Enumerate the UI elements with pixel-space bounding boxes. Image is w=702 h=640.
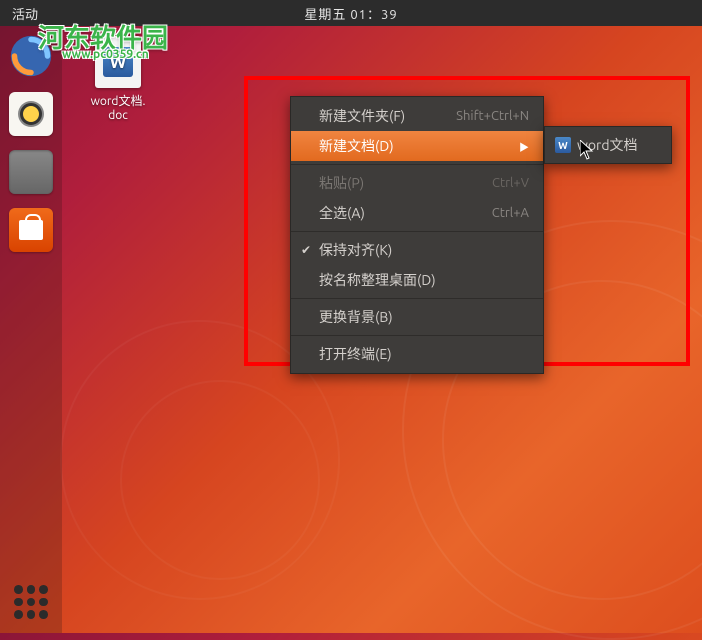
top-bar: 活动 星期五 01：39 xyxy=(0,0,702,26)
menu-open-terminal[interactable]: 打开终端(E) xyxy=(291,339,543,369)
submenu-word-document[interactable]: W word文档 xyxy=(545,131,671,159)
activities-button[interactable]: 活动 xyxy=(0,4,50,23)
clock[interactable]: 星期五 01：39 xyxy=(304,4,397,23)
show-applications-button[interactable] xyxy=(14,585,48,619)
menu-new-document[interactable]: 新建文档(D) ▶ xyxy=(291,131,543,161)
check-icon: ✔ xyxy=(301,243,311,257)
word-document-icon: W xyxy=(95,36,141,88)
menu-separator xyxy=(291,298,543,299)
dock-files-icon[interactable] xyxy=(9,150,53,194)
desktop-context-menu: 新建文件夹(F) Shift+Ctrl+N 新建文档(D) ▶ 粘贴(P) Ct… xyxy=(290,96,544,374)
menu-keep-aligned[interactable]: ✔ 保持对齐(K) xyxy=(291,235,543,265)
word-mini-icon: W xyxy=(555,137,571,153)
menu-new-folder[interactable]: 新建文件夹(F) Shift+Ctrl+N xyxy=(291,101,543,131)
dock-watermark-logo-icon xyxy=(9,34,53,78)
menu-separator xyxy=(291,335,543,336)
menu-separator xyxy=(291,231,543,232)
new-document-submenu: W word文档 xyxy=(544,126,672,164)
submenu-arrow-icon: ▶ xyxy=(519,139,529,154)
dock xyxy=(0,26,62,633)
menu-separator xyxy=(291,164,543,165)
dock-rhythmbox-icon[interactable] xyxy=(9,92,53,136)
dock-software-icon[interactable] xyxy=(9,208,53,252)
desktop-file-word-doc[interactable]: W word文档. doc xyxy=(78,36,158,122)
menu-paste[interactable]: 粘贴(P) Ctrl+V xyxy=(291,168,543,198)
menu-organize-by-name[interactable]: 按名称整理桌面(D) xyxy=(291,265,543,295)
desktop-file-label: word文档. doc xyxy=(78,92,158,122)
menu-select-all[interactable]: 全选(A) Ctrl+A xyxy=(291,198,543,228)
menu-change-background[interactable]: 更换背景(B) xyxy=(291,302,543,332)
